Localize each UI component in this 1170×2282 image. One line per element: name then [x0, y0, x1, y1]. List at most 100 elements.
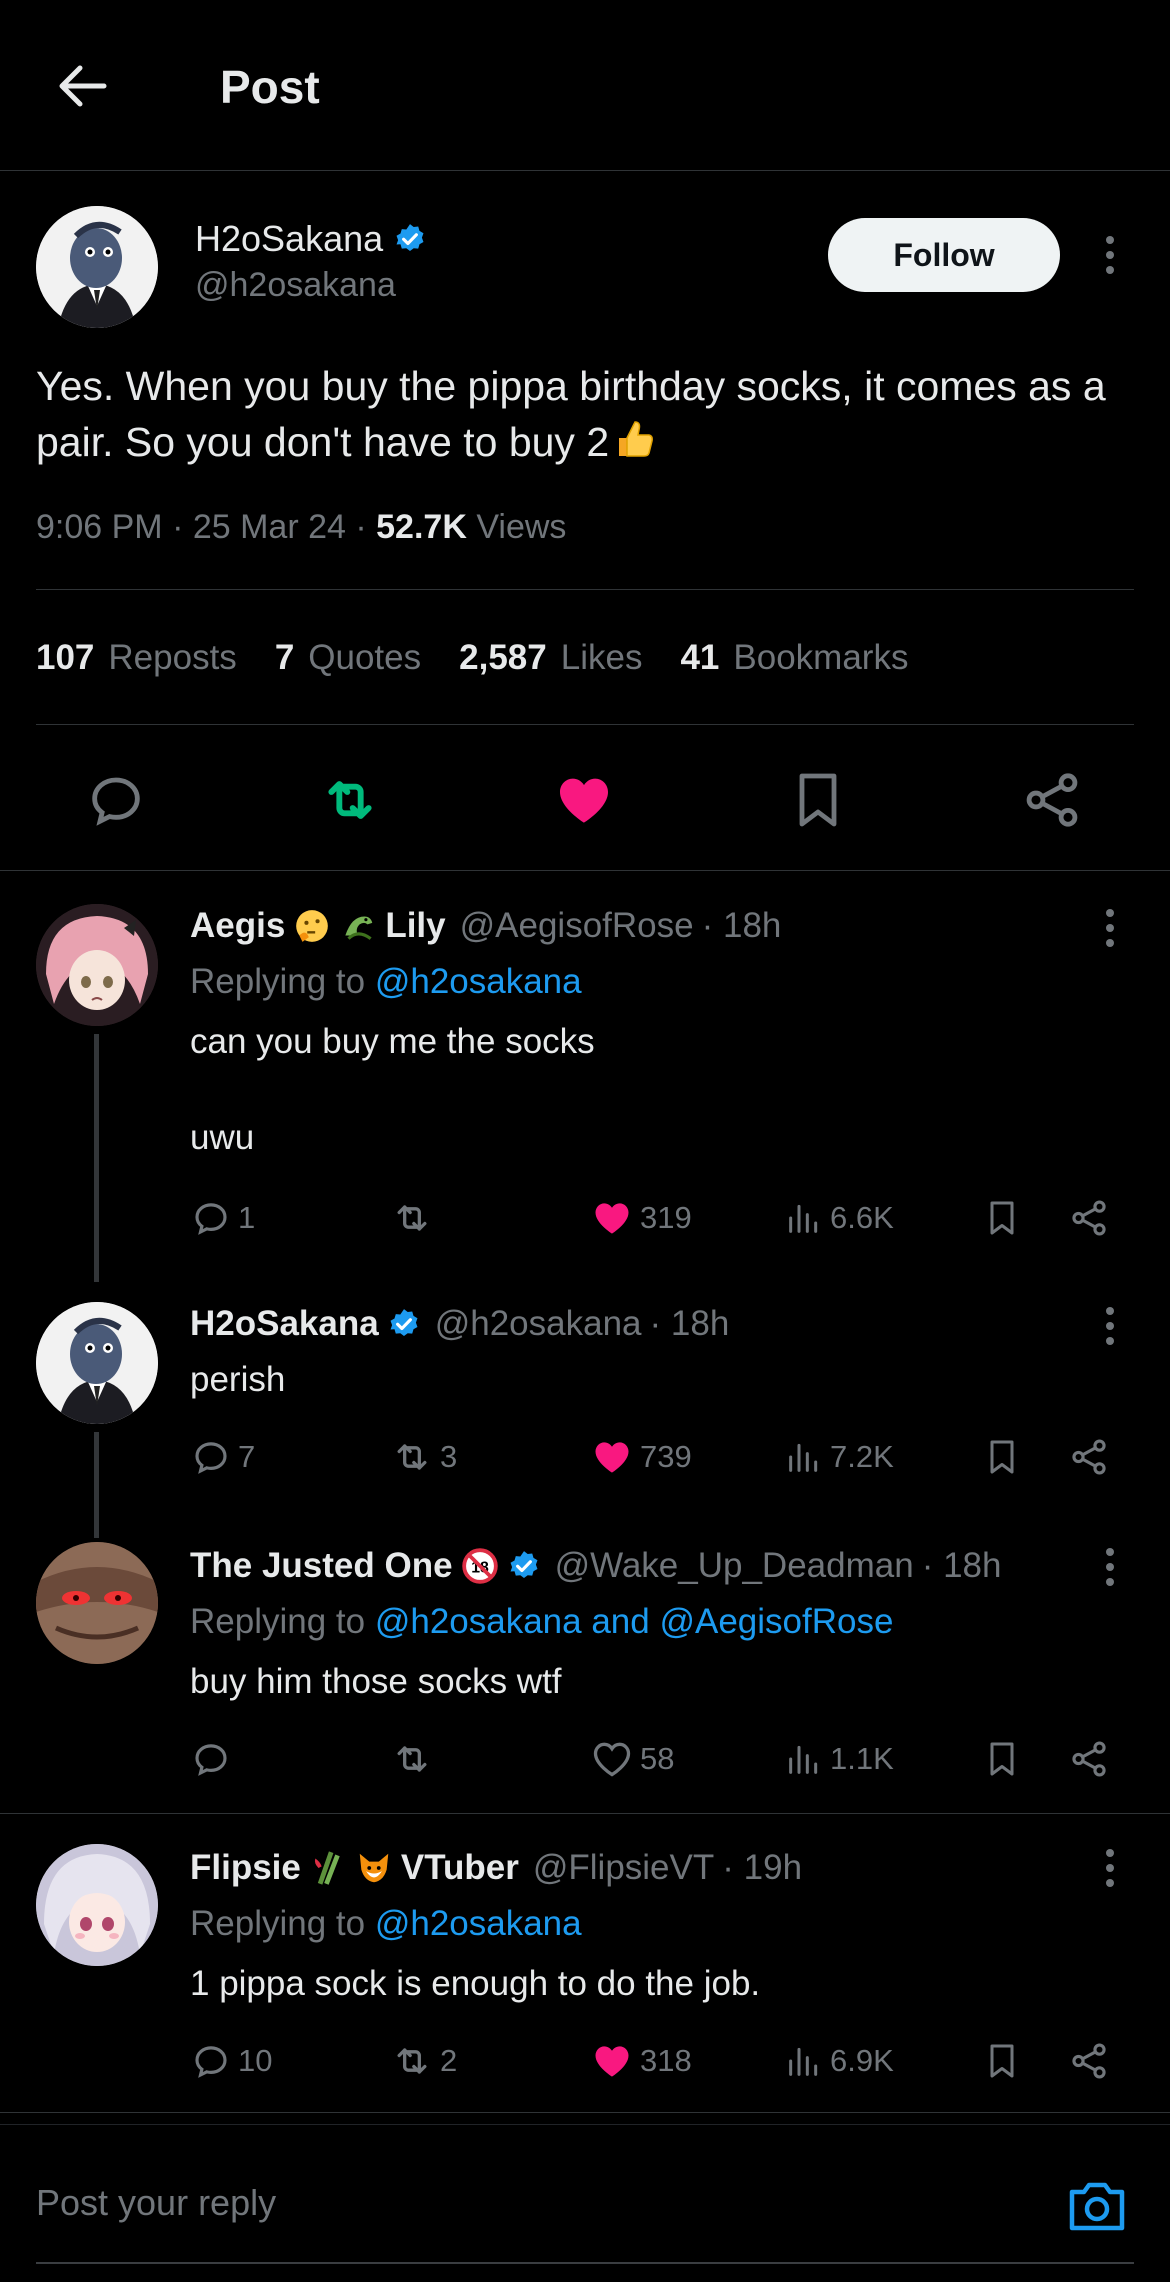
reply-author-name: The Justed One	[190, 1546, 453, 1585]
share-icon[interactable]	[1068, 1193, 1110, 1243]
reply-icon	[195, 2046, 227, 2078]
more-options-icon[interactable]	[1095, 1301, 1125, 1351]
replying-to: Replying to @h2osakana and @AegisofRose	[190, 1602, 894, 1641]
repost-icon	[397, 1205, 427, 1231]
no-one-under-18-emoji-icon: 18	[461, 1547, 499, 1585]
bookmark-icon[interactable]	[982, 1734, 1022, 1784]
reply-button[interactable]: 1	[190, 1193, 255, 1243]
stat-likes[interactable]: 2,587 Likes	[459, 638, 642, 678]
divider	[36, 724, 1134, 725]
bookmark-icon[interactable]	[786, 768, 850, 832]
bookmark-icon[interactable]	[982, 2036, 1022, 2086]
author-name-row[interactable]: H2oSakana	[195, 218, 427, 260]
reply-author-handle: @AegisofRose	[459, 906, 694, 945]
like-button[interactable]: 739	[590, 1432, 692, 1482]
share-icon[interactable]	[1068, 1734, 1110, 1784]
repost-button[interactable]	[390, 1734, 440, 1784]
thread-line	[94, 1432, 99, 1538]
reply-time: · 18h	[921, 1546, 1002, 1585]
repost-icon	[397, 2048, 427, 2074]
mention-link[interactable]: @h2osakana and @AegisofRose	[375, 1602, 894, 1641]
repost-button[interactable]: 2	[390, 2036, 457, 2086]
reply-icon	[195, 1203, 227, 1235]
views-button[interactable]: 6.9K	[784, 2036, 894, 2086]
stat-bookmarks[interactable]: 41 Bookmarks	[680, 638, 908, 678]
like-button[interactable]: 58	[590, 1734, 674, 1784]
views-button[interactable]: 7.2K	[784, 1432, 894, 1482]
stat-reposts[interactable]: 107 Reposts	[36, 638, 237, 678]
more-options-icon[interactable]	[1095, 903, 1125, 953]
back-arrow-icon[interactable]	[52, 54, 116, 118]
avatar[interactable]	[36, 206, 158, 328]
reply-header[interactable]: The Justed One 18 @Wake_Up_Deadman · 18h	[190, 1546, 1001, 1586]
bookmark-icon[interactable]	[982, 1432, 1022, 1482]
repost-button[interactable]: 3	[390, 1432, 457, 1482]
more-options-icon[interactable]	[1095, 1843, 1125, 1893]
like-icon[interactable]	[552, 768, 616, 832]
avatar[interactable]	[36, 1302, 158, 1424]
thumbs-up-emoji-icon	[611, 416, 657, 462]
reply-button[interactable]	[190, 1734, 238, 1784]
reply-header[interactable]: Aegis Lily @AegisofRose · 18h	[190, 906, 781, 946]
reply-header[interactable]: Flipsie VTuber @FlipsieVT · 19h	[190, 1848, 802, 1888]
views-icon	[789, 2047, 818, 2076]
avatar[interactable]	[36, 1542, 158, 1664]
author-handle[interactable]: @h2osakana	[195, 266, 396, 305]
divider	[0, 2112, 1170, 2113]
reply-text-line2: uwu	[190, 1118, 255, 1157]
stat-quotes[interactable]: 7 Quotes	[275, 638, 421, 678]
reply-button[interactable]: 7	[190, 1432, 255, 1482]
views-button[interactable]: 6.6K	[784, 1193, 894, 1243]
views-icon	[789, 1204, 818, 1233]
camera-icon[interactable]	[1066, 2178, 1128, 2234]
follow-button[interactable]: Follow	[828, 218, 1060, 292]
divider	[0, 170, 1170, 171]
reply-button[interactable]: 10	[190, 2036, 272, 2086]
like-icon	[595, 2046, 629, 2077]
reply-text: can you buy me the socks	[190, 1022, 595, 1061]
reply-author-handle: @Wake_Up_Deadman	[554, 1546, 914, 1585]
post-time: 9:06 PM · 25 Mar 24 ·	[36, 508, 377, 546]
post-meta: 9:06 PM · 25 Mar 24 · 52.7K Views	[36, 508, 566, 547]
repost-icon	[397, 1746, 427, 1772]
reply-icon[interactable]	[84, 768, 148, 832]
reply-icon	[195, 1442, 227, 1474]
repost-button[interactable]	[390, 1193, 440, 1243]
bookmark-icon[interactable]	[982, 1193, 1022, 1243]
reply-text: buy him those socks wtf	[190, 1662, 562, 1701]
views-button[interactable]: 1.1K	[784, 1734, 894, 1784]
share-icon[interactable]	[1068, 1432, 1110, 1482]
reply-icon	[195, 1744, 227, 1776]
avatar[interactable]	[36, 1844, 158, 1966]
divider	[0, 1813, 1170, 1814]
verified-badge-icon	[510, 1551, 538, 1579]
repost-icon[interactable]	[318, 768, 382, 832]
reply-text: perish	[190, 1360, 286, 1399]
views-label: Views	[466, 508, 567, 546]
more-options-icon[interactable]	[1095, 230, 1125, 280]
reply-author-handle: @FlipsieVT	[532, 1848, 715, 1887]
like-icon	[595, 1442, 629, 1473]
like-button[interactable]: 319	[590, 1193, 692, 1243]
mention-link[interactable]: @h2osakana	[375, 1904, 582, 1943]
reply-actions: 1 319 6.6K	[190, 1193, 1120, 1243]
thinking-face-emoji-icon	[293, 907, 331, 945]
reply-time: · 18h	[649, 1304, 730, 1343]
reply-author-name-suffix: Lily	[385, 906, 446, 945]
like-button[interactable]: 318	[590, 2036, 692, 2086]
reply-header[interactable]: H2oSakana @h2osakana · 18h	[190, 1304, 729, 1344]
divider	[0, 2124, 1170, 2125]
share-icon[interactable]	[1020, 768, 1084, 832]
reply-text: 1 pippa sock is enough to do the job.	[190, 1964, 761, 2003]
post-text-body: Yes. When you buy the pippa birthday soc…	[36, 363, 1106, 465]
views-count: 52.7K	[376, 508, 467, 546]
reply-input[interactable]: Post your reply	[36, 2182, 276, 2224]
reply-actions: 10 2 318 6.9K	[190, 2036, 1120, 2086]
mention-link[interactable]: @h2osakana	[375, 962, 582, 1001]
share-icon[interactable]	[1068, 2036, 1110, 2086]
post-stats: 107 Reposts 7 Quotes 2,587 Likes 41 Bookmark…	[36, 638, 946, 678]
avatar[interactable]	[36, 904, 158, 1026]
reply-actions: 58 1.1K	[190, 1734, 1120, 1784]
views-icon	[789, 1443, 818, 1472]
more-options-icon[interactable]	[1095, 1542, 1125, 1592]
